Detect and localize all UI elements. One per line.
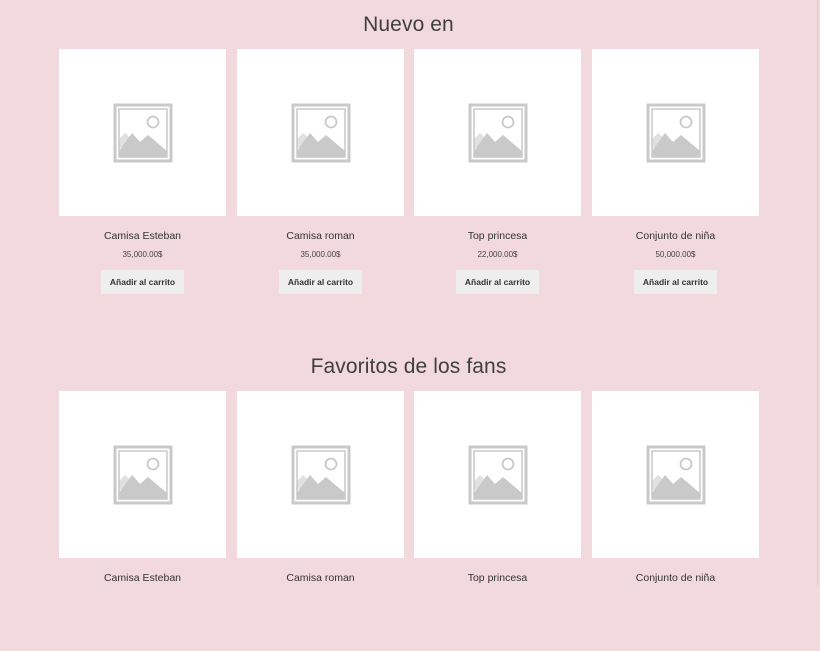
- product-name[interactable]: Camisa roman: [237, 230, 404, 242]
- product-name[interactable]: Conjunto de niña: [592, 572, 759, 584]
- product-image[interactable]: [414, 391, 581, 558]
- product-card[interactable]: Conjunto de niña 50,000.00$ Añadir al ca…: [592, 49, 759, 294]
- placeholder-image-icon: [113, 445, 173, 505]
- product-image[interactable]: [59, 49, 226, 216]
- add-to-cart-button[interactable]: Añadir al carrito: [456, 270, 539, 294]
- product-card[interactable]: Top princesa: [414, 391, 581, 584]
- product-name[interactable]: Conjunto de niña: [592, 230, 759, 242]
- product-card[interactable]: Top princesa 22,000.00$ Añadir al carrit…: [414, 49, 581, 294]
- product-image[interactable]: [414, 49, 581, 216]
- product-grid: Camisa Esteban Camisa roman Top princesa…: [59, 391, 759, 651]
- placeholder-image-icon: [113, 103, 173, 163]
- placeholder-image-icon: [468, 103, 528, 163]
- product-price: 22,000.00$: [477, 250, 518, 259]
- section-title: Favoritos de los fans: [310, 355, 507, 378]
- product-image[interactable]: [59, 391, 226, 558]
- product-image[interactable]: [592, 49, 759, 216]
- product-price: 50,000.00$: [655, 250, 696, 259]
- placeholder-image-icon: [468, 445, 528, 505]
- product-image[interactable]: [237, 391, 404, 558]
- product-price: 35,000.00$: [122, 250, 163, 259]
- section-new-arrivals: Nuevo en Camisa Esteban 35,000.00$ Añadi…: [0, 0, 817, 342]
- add-to-cart-button[interactable]: Añadir al carrito: [634, 270, 717, 294]
- product-name[interactable]: Camisa Esteban: [59, 230, 226, 242]
- product-grid: Camisa Esteban 35,000.00$ Añadir al carr…: [59, 49, 759, 309]
- product-card[interactable]: Camisa roman: [237, 391, 404, 584]
- page-edge-divider: [817, 0, 818, 585]
- section-title: Nuevo en: [363, 13, 454, 36]
- product-card[interactable]: Conjunto de niña: [592, 391, 759, 584]
- placeholder-image-icon: [646, 103, 706, 163]
- product-name[interactable]: Top princesa: [414, 572, 581, 584]
- add-to-cart-button[interactable]: Añadir al carrito: [279, 270, 362, 294]
- section-fan-favorites: Favoritos de los fans Camisa Esteban Cam…: [0, 342, 817, 585]
- product-card[interactable]: Camisa roman 35,000.00$ Añadir al carrit…: [237, 49, 404, 294]
- product-card[interactable]: Camisa Esteban: [59, 391, 226, 584]
- product-name[interactable]: Top princesa: [414, 230, 581, 242]
- product-image[interactable]: [237, 49, 404, 216]
- placeholder-image-icon: [291, 103, 351, 163]
- product-card[interactable]: Camisa Esteban 35,000.00$ Añadir al carr…: [59, 49, 226, 294]
- product-price: 35,000.00$: [300, 250, 341, 259]
- product-name[interactable]: Camisa roman: [237, 572, 404, 584]
- placeholder-image-icon: [646, 445, 706, 505]
- product-name[interactable]: Camisa Esteban: [59, 572, 226, 584]
- product-image[interactable]: [592, 391, 759, 558]
- placeholder-image-icon: [291, 445, 351, 505]
- add-to-cart-button[interactable]: Añadir al carrito: [101, 270, 184, 294]
